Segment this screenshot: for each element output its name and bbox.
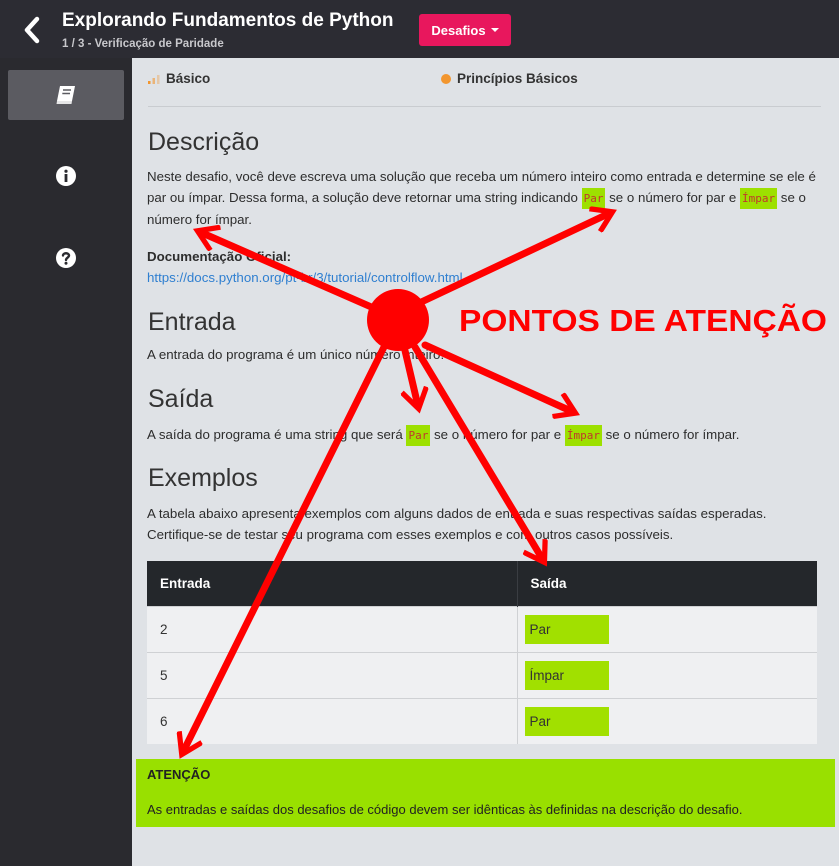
table-header-row: Entrada Saída <box>147 561 817 606</box>
input-heading: Entrada <box>148 308 236 336</box>
code-impar: Ímpar <box>739 188 778 209</box>
attention-alert: ATENÇÃO As entradas e saídas dos desafio… <box>136 759 835 827</box>
back-button[interactable] <box>20 15 46 45</box>
desafios-dropdown-button[interactable]: Desafios <box>419 14 511 46</box>
sidebar-item-help[interactable] <box>8 233 124 283</box>
input-text: A entrada do programa é um único número … <box>147 347 445 362</box>
doc-link[interactable]: https://docs.python.org/pt-br/3/tutorial… <box>147 270 463 285</box>
top-bar: Explorando Fundamentos de Python 1 / 3 -… <box>0 0 839 58</box>
output-text-part: se o número for ímpar. <box>601 427 740 442</box>
output-cell: Ímpar <box>516 651 817 698</box>
book-icon <box>56 86 75 104</box>
examples-text: A tabela abaixo apresenta exemplos com a… <box>147 506 767 542</box>
info-icon <box>56 166 76 186</box>
alert-title: ATENÇÃO <box>147 767 211 782</box>
breadcrumb: 1 / 3 - Verificação de Paridade <box>62 38 224 50</box>
alert-text: As entradas e saídas dos desafios de cód… <box>147 802 743 817</box>
page-title: Explorando Fundamentos de Python <box>62 10 394 31</box>
challenge-content: Básico Princípios Básicos Descrição Nest… <box>132 58 839 866</box>
output-value: Par <box>524 614 609 644</box>
output-cell: Par <box>516 605 817 652</box>
challenge-meta: Básico Princípios Básicos <box>148 71 821 91</box>
input-cell: 6 <box>147 697 517 744</box>
output-cell: Par <box>516 697 817 744</box>
output-value: Ímpar <box>524 660 609 690</box>
sidebar-item-description[interactable] <box>8 70 124 120</box>
output-heading: Saída <box>148 385 214 413</box>
examples-heading: Exemplos <box>148 464 258 492</box>
code-par: Par <box>406 425 431 446</box>
difficulty-label: Básico <box>166 71 211 86</box>
output-text-part: se o número for par e <box>430 427 565 442</box>
output-text-part: A saída do programa é uma string que ser… <box>147 427 407 442</box>
column-header-input: Entrada <box>147 561 517 606</box>
description-text-part: se o número for par e <box>605 190 740 205</box>
doc-label: Documentação Oficial: <box>147 249 292 264</box>
caret-down-icon <box>490 28 499 32</box>
examples-table: Entrada Saída 2 Par 5 Ímpar 6 Par <box>147 561 817 744</box>
question-icon <box>56 248 76 268</box>
divider <box>148 106 821 107</box>
difficulty-level: Básico <box>148 71 210 86</box>
column-header-output: Saída <box>516 561 817 606</box>
sidebar-item-info[interactable] <box>8 151 124 201</box>
chevron-left-icon <box>24 16 40 44</box>
sidebar <box>0 58 132 866</box>
input-cell: 5 <box>147 651 517 698</box>
table-row: 2 Par <box>147 605 817 652</box>
challenge-category: Princípios Básicos <box>441 71 578 86</box>
signal-bars-icon <box>148 74 160 84</box>
table-row: 6 Par <box>147 697 817 744</box>
output-text: A saída do programa é uma string que ser… <box>147 424 822 446</box>
desafios-label: Desafios <box>431 22 486 38</box>
description-text: Neste desafio, você deve escreva uma sol… <box>147 166 822 230</box>
output-value: Par <box>524 706 609 736</box>
description-heading: Descrição <box>148 128 260 156</box>
code-par: Par <box>581 188 606 209</box>
code-impar: Ímpar <box>564 425 602 446</box>
category-label: Princípios Básicos <box>457 71 578 86</box>
input-cell: 2 <box>147 605 517 652</box>
category-dot-icon <box>441 73 451 84</box>
table-row: 5 Ímpar <box>147 651 817 698</box>
